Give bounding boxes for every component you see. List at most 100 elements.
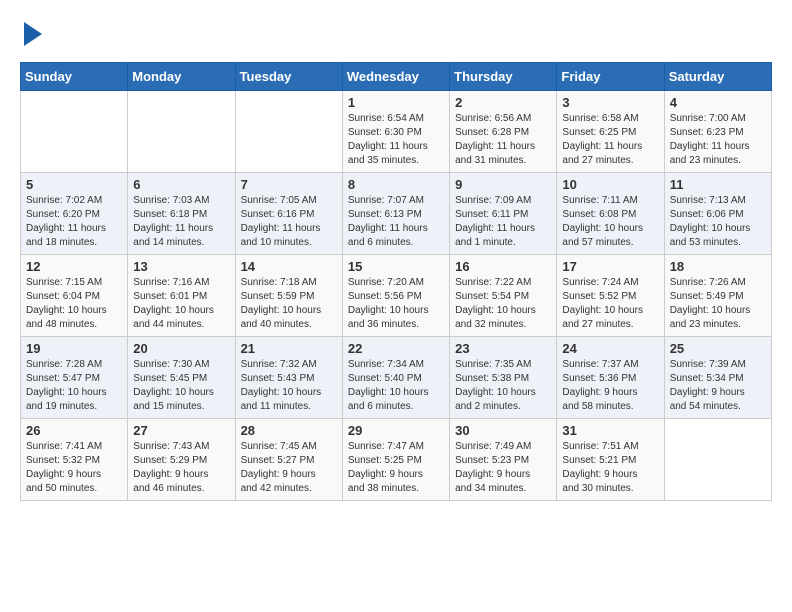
day-number: 16 <box>455 259 551 274</box>
calendar-cell: 16 Sunrise: 7:22 AM Sunset: 5:54 PM Dayli… <box>450 255 557 337</box>
calendar-cell: 19 Sunrise: 7:28 AM Sunset: 5:47 PM Dayli… <box>21 337 128 419</box>
day-number: 3 <box>562 95 658 110</box>
calendar-cell: 31 Sunrise: 7:51 AM Sunset: 5:21 PM Dayli… <box>557 419 664 501</box>
day-info: Sunrise: 7:15 AM Sunset: 6:04 PM Dayligh… <box>26 276 122 332</box>
day-info: Sunrise: 7:16 AM Sunset: 6:01 PM Dayligh… <box>133 276 229 332</box>
day-info: Sunrise: 6:56 AM Sunset: 6:28 PM Dayligh… <box>455 112 551 168</box>
calendar-cell: 4 Sunrise: 7:00 AM Sunset: 6:23 PM Daylig… <box>664 91 771 173</box>
calendar-cell: 28 Sunrise: 7:45 AM Sunset: 5:27 PM Dayli… <box>235 419 342 501</box>
calendar-cell: 14 Sunrise: 7:18 AM Sunset: 5:59 PM Dayli… <box>235 255 342 337</box>
calendar-cell: 17 Sunrise: 7:24 AM Sunset: 5:52 PM Dayli… <box>557 255 664 337</box>
day-info: Sunrise: 7:02 AM Sunset: 6:20 PM Dayligh… <box>26 194 122 250</box>
day-info: Sunrise: 7:00 AM Sunset: 6:23 PM Dayligh… <box>670 112 766 168</box>
day-info: Sunrise: 7:22 AM Sunset: 5:54 PM Dayligh… <box>455 276 551 332</box>
day-number: 1 <box>348 95 444 110</box>
day-number: 4 <box>670 95 766 110</box>
day-number: 27 <box>133 423 229 438</box>
calendar-cell <box>235 91 342 173</box>
day-number: 2 <box>455 95 551 110</box>
day-number: 7 <box>241 177 337 192</box>
day-info: Sunrise: 7:45 AM Sunset: 5:27 PM Dayligh… <box>241 440 337 496</box>
calendar-cell: 25 Sunrise: 7:39 AM Sunset: 5:34 PM Dayli… <box>664 337 771 419</box>
column-header-saturday: Saturday <box>664 63 771 91</box>
day-info: Sunrise: 7:30 AM Sunset: 5:45 PM Dayligh… <box>133 358 229 414</box>
day-number: 31 <box>562 423 658 438</box>
day-info: Sunrise: 7:11 AM Sunset: 6:08 PM Dayligh… <box>562 194 658 250</box>
week-row-2: 5 Sunrise: 7:02 AM Sunset: 6:20 PM Daylig… <box>21 173 772 255</box>
week-row-4: 19 Sunrise: 7:28 AM Sunset: 5:47 PM Dayli… <box>21 337 772 419</box>
day-number: 5 <box>26 177 122 192</box>
day-number: 15 <box>348 259 444 274</box>
logo <box>20 20 42 46</box>
calendar-header-row: SundayMondayTuesdayWednesdayThursdayFrid… <box>21 63 772 91</box>
day-number: 13 <box>133 259 229 274</box>
day-number: 30 <box>455 423 551 438</box>
week-row-3: 12 Sunrise: 7:15 AM Sunset: 6:04 PM Dayli… <box>21 255 772 337</box>
calendar-cell: 12 Sunrise: 7:15 AM Sunset: 6:04 PM Dayli… <box>21 255 128 337</box>
day-info: Sunrise: 7:24 AM Sunset: 5:52 PM Dayligh… <box>562 276 658 332</box>
day-number: 21 <box>241 341 337 356</box>
day-number: 8 <box>348 177 444 192</box>
calendar-cell: 6 Sunrise: 7:03 AM Sunset: 6:18 PM Daylig… <box>128 173 235 255</box>
calendar-cell: 11Sunrise: 7:13 AM Sunset: 6:06 PM Dayli… <box>664 173 771 255</box>
day-info: Sunrise: 7:18 AM Sunset: 5:59 PM Dayligh… <box>241 276 337 332</box>
day-info: Sunrise: 7:05 AM Sunset: 6:16 PM Dayligh… <box>241 194 337 250</box>
day-number: 22 <box>348 341 444 356</box>
day-number: 14 <box>241 259 337 274</box>
day-number: 23 <box>455 341 551 356</box>
calendar-cell: 8 Sunrise: 7:07 AM Sunset: 6:13 PM Daylig… <box>342 173 449 255</box>
day-number: 19 <box>26 341 122 356</box>
column-header-monday: Monday <box>128 63 235 91</box>
day-info: Sunrise: 7:20 AM Sunset: 5:56 PM Dayligh… <box>348 276 444 332</box>
calendar-cell: 20 Sunrise: 7:30 AM Sunset: 5:45 PM Dayli… <box>128 337 235 419</box>
day-number: 17 <box>562 259 658 274</box>
day-info: Sunrise: 7:09 AM Sunset: 6:11 PM Dayligh… <box>455 194 551 250</box>
day-info: Sunrise: 7:39 AM Sunset: 5:34 PM Dayligh… <box>670 358 766 414</box>
day-number: 28 <box>241 423 337 438</box>
page-header <box>20 20 772 46</box>
calendar-cell: 15 Sunrise: 7:20 AM Sunset: 5:56 PM Dayli… <box>342 255 449 337</box>
day-number: 18 <box>670 259 766 274</box>
calendar-cell: 1 Sunrise: 6:54 AM Sunset: 6:30 PM Daylig… <box>342 91 449 173</box>
day-number: 20 <box>133 341 229 356</box>
day-number: 29 <box>348 423 444 438</box>
calendar-cell: 21 Sunrise: 7:32 AM Sunset: 5:43 PM Dayli… <box>235 337 342 419</box>
week-row-1: 1 Sunrise: 6:54 AM Sunset: 6:30 PM Daylig… <box>21 91 772 173</box>
column-header-thursday: Thursday <box>450 63 557 91</box>
calendar-cell: 24Sunrise: 7:37 AM Sunset: 5:36 PM Dayli… <box>557 337 664 419</box>
day-number: 25 <box>670 341 766 356</box>
day-info: Sunrise: 7:51 AM Sunset: 5:21 PM Dayligh… <box>562 440 658 496</box>
calendar-cell: 23 Sunrise: 7:35 AM Sunset: 5:38 PM Dayli… <box>450 337 557 419</box>
day-info: Sunrise: 6:58 AM Sunset: 6:25 PM Dayligh… <box>562 112 658 168</box>
calendar-cell: 7 Sunrise: 7:05 AM Sunset: 6:16 PM Daylig… <box>235 173 342 255</box>
day-info: Sunrise: 7:35 AM Sunset: 5:38 PM Dayligh… <box>455 358 551 414</box>
calendar-cell: 18Sunrise: 7:26 AM Sunset: 5:49 PM Dayli… <box>664 255 771 337</box>
calendar-cell: 2 Sunrise: 6:56 AM Sunset: 6:28 PM Daylig… <box>450 91 557 173</box>
calendar-cell <box>664 419 771 501</box>
day-number: 9 <box>455 177 551 192</box>
day-info: Sunrise: 7:47 AM Sunset: 5:25 PM Dayligh… <box>348 440 444 496</box>
day-number: 12 <box>26 259 122 274</box>
calendar-cell <box>128 91 235 173</box>
calendar-cell: 10 Sunrise: 7:11 AM Sunset: 6:08 PM Dayli… <box>557 173 664 255</box>
calendar-cell: 3 Sunrise: 6:58 AM Sunset: 6:25 PM Daylig… <box>557 91 664 173</box>
column-header-wednesday: Wednesday <box>342 63 449 91</box>
day-info: Sunrise: 6:54 AM Sunset: 6:30 PM Dayligh… <box>348 112 444 168</box>
day-info: Sunrise: 7:03 AM Sunset: 6:18 PM Dayligh… <box>133 194 229 250</box>
day-number: 6 <box>133 177 229 192</box>
day-info: Sunrise: 7:28 AM Sunset: 5:47 PM Dayligh… <box>26 358 122 414</box>
calendar-cell: 9 Sunrise: 7:09 AM Sunset: 6:11 PM Daylig… <box>450 173 557 255</box>
logo-arrow-icon <box>24 22 42 46</box>
calendar-cell: 5 Sunrise: 7:02 AM Sunset: 6:20 PM Daylig… <box>21 173 128 255</box>
day-number: 11 <box>670 177 766 192</box>
calendar-table: SundayMondayTuesdayWednesdayThursdayFrid… <box>20 62 772 501</box>
week-row-5: 26Sunrise: 7:41 AM Sunset: 5:32 PM Dayli… <box>21 419 772 501</box>
day-info: Sunrise: 7:32 AM Sunset: 5:43 PM Dayligh… <box>241 358 337 414</box>
calendar-cell: 26Sunrise: 7:41 AM Sunset: 5:32 PM Dayli… <box>21 419 128 501</box>
day-info: Sunrise: 7:07 AM Sunset: 6:13 PM Dayligh… <box>348 194 444 250</box>
calendar-cell: 13 Sunrise: 7:16 AM Sunset: 6:01 PM Dayli… <box>128 255 235 337</box>
day-info: Sunrise: 7:41 AM Sunset: 5:32 PM Dayligh… <box>26 440 122 496</box>
day-number: 10 <box>562 177 658 192</box>
day-number: 24 <box>562 341 658 356</box>
calendar-cell <box>21 91 128 173</box>
